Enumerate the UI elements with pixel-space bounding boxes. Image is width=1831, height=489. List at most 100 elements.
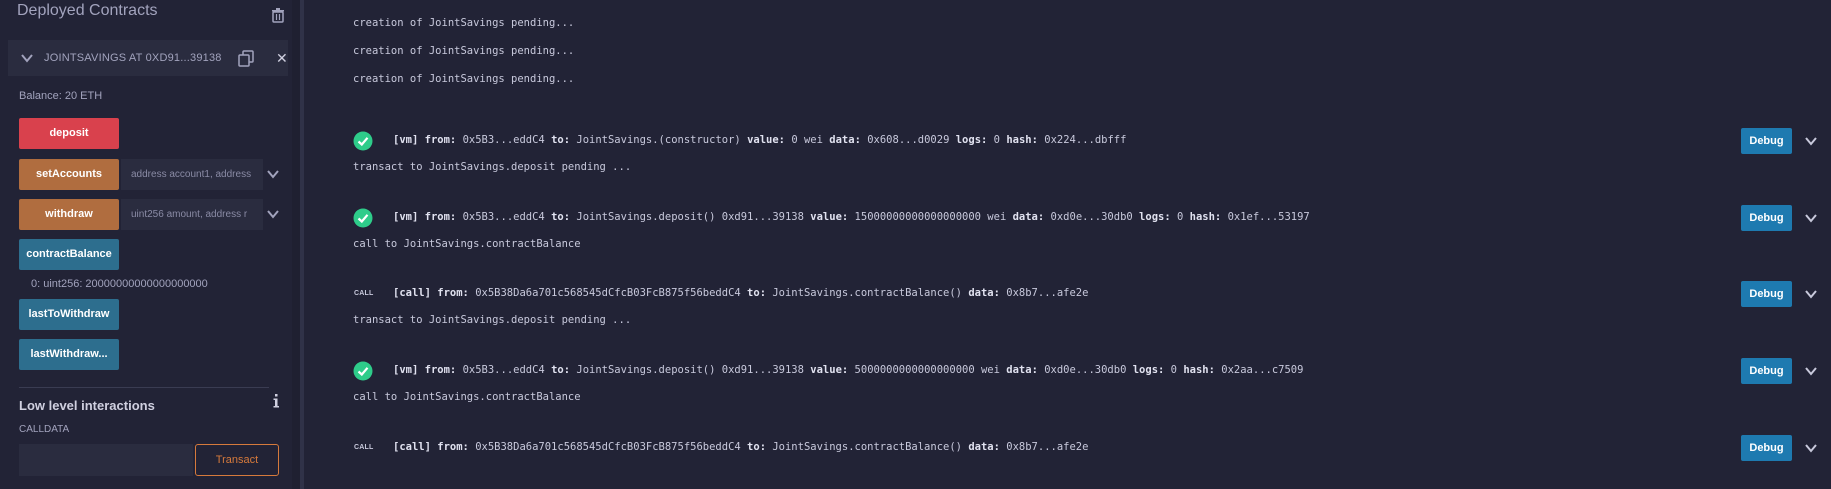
- chevron-down-icon[interactable]: [20, 51, 34, 65]
- check-circle-icon: [353, 361, 373, 381]
- contract-instance-header[interactable]: JOINTSAVINGS AT 0XD91...39138 ✕: [8, 40, 288, 76]
- tx-field-key: logs:: [1139, 211, 1171, 223]
- set-accounts-input[interactable]: address account1, address: [121, 159, 263, 190]
- deposit-button[interactable]: deposit: [19, 118, 119, 149]
- tx-field-key: data:: [968, 287, 1000, 299]
- tx-field-value: JointSavings.deposit() 0xd91...39138: [576, 211, 804, 223]
- trash-icon[interactable]: [270, 7, 286, 23]
- log-pending-line: creation of JointSavings pending...: [353, 17, 575, 29]
- contract-balance-button[interactable]: contractBalance: [19, 239, 119, 270]
- tx-field-value: JointSavings.contractBalance(): [772, 287, 962, 299]
- check-circle-icon: [353, 131, 373, 151]
- tx-field-value: JointSavings.(constructor): [576, 134, 741, 146]
- tx-field-key: to:: [551, 211, 571, 223]
- tx-field-value: 15000000000000000000 wei: [854, 211, 1007, 223]
- tx-field-key: value:: [810, 364, 849, 376]
- debug-button[interactable]: Debug: [1741, 205, 1792, 231]
- chevron-down-icon[interactable]: [1804, 364, 1818, 378]
- tx-field-key: from:: [424, 364, 457, 376]
- tx-field-key: logs:: [955, 134, 988, 146]
- terminal-log: creation of JointSavings pending... creat…: [304, 0, 1831, 489]
- tx-field-value: 0x5B3...eddC4: [462, 364, 545, 376]
- tx-field-key: from:: [424, 211, 457, 223]
- tx-field-key: data:: [829, 134, 861, 146]
- tx-field-key: data:: [1012, 211, 1045, 223]
- tx-field-value: 0x5B38Da6a701c568545dCfcB03FcB875f56bedd…: [475, 441, 741, 453]
- tx-field-key: hash:: [1006, 134, 1038, 146]
- debug-button[interactable]: Debug: [1741, 358, 1792, 384]
- log-status-line: call to JointSavings.contractBalance: [353, 238, 581, 250]
- last-withdraw-amount-button[interactable]: lastWithdraw...: [19, 339, 119, 370]
- tx-field-key: value:: [810, 211, 849, 223]
- contract-balance-result: 0: uint256: 20000000000000000000: [31, 278, 208, 290]
- calldata-input[interactable]: [19, 444, 193, 476]
- tx-field-key: hash:: [1189, 211, 1222, 223]
- contract-balance: Balance: 20 ETH: [19, 90, 103, 102]
- tx-field-key: value:: [747, 134, 786, 146]
- call-badge: CALL: [354, 290, 374, 297]
- check-circle-icon: [353, 208, 373, 228]
- panel-resize-handle[interactable]: [292, 0, 300, 489]
- tx-field-value: 0x8b7...afe2e: [1006, 441, 1089, 453]
- tx-field-key: from:: [424, 134, 457, 146]
- tx-summary: [vm] from: 0x5B3...eddC4 to: JointSaving…: [393, 364, 1303, 376]
- tx-field-value: 5000000000000000000 wei: [854, 364, 1000, 376]
- debug-button[interactable]: Debug: [1741, 435, 1792, 461]
- tx-field-value: JointSavings.contractBalance(): [772, 441, 962, 453]
- log-status-line: transact to JointSavings.deposit pending…: [353, 161, 632, 173]
- tx-field-key: hash:: [1183, 364, 1215, 376]
- chevron-down-icon[interactable]: [266, 167, 280, 181]
- tx-field-key: to:: [551, 364, 571, 376]
- copy-icon[interactable]: [237, 49, 255, 67]
- call-badge: CALL: [354, 444, 374, 451]
- tx-tag: [vm]: [393, 134, 419, 146]
- tx-field-value: 0x1ef...53197: [1227, 211, 1310, 223]
- withdraw-input[interactable]: uint256 amount, address r: [121, 199, 263, 230]
- tx-field-key: data:: [1006, 364, 1038, 376]
- log-status-line: call to JointSavings.contractBalance: [353, 391, 581, 403]
- withdraw-button[interactable]: withdraw: [19, 199, 119, 230]
- transact-button[interactable]: Transact: [195, 444, 279, 476]
- tx-tag: [vm]: [393, 364, 419, 376]
- tx-field-key: logs:: [1132, 364, 1165, 376]
- tx-tag: [vm]: [393, 211, 419, 223]
- chevron-down-icon[interactable]: [1804, 134, 1818, 148]
- tx-tag: [call]: [393, 287, 431, 299]
- set-accounts-button[interactable]: setAccounts: [19, 159, 119, 190]
- tx-field-value: 0xd0e...30db0: [1044, 364, 1127, 376]
- chevron-down-icon[interactable]: [1804, 211, 1818, 225]
- low-level-interactions-title: Low level interactions: [19, 398, 155, 413]
- tx-field-value: 0x5B3...eddC4: [462, 211, 545, 223]
- tx-field-value: 0x5B38Da6a701c568545dCfcB03FcB875f56bedd…: [475, 287, 741, 299]
- chevron-down-icon[interactable]: [266, 207, 280, 221]
- info-icon[interactable]: [270, 393, 282, 409]
- debug-button[interactable]: Debug: [1741, 128, 1792, 154]
- tx-field-value: 0x224...dbfff: [1044, 134, 1127, 146]
- debug-button[interactable]: Debug: [1741, 281, 1792, 307]
- tx-field-value: 0x5B3...eddC4: [462, 134, 545, 146]
- tx-field-value: 0xd0e...30db0: [1050, 211, 1133, 223]
- contract-instance-name: JOINTSAVINGS AT 0XD91...39138: [44, 52, 222, 64]
- tx-field-value: 0x8b7...afe2e: [1006, 287, 1089, 299]
- tx-summary: [call] from: 0x5B38Da6a701c568545dCfcB03…: [393, 287, 1088, 299]
- log-pending-line: creation of JointSavings pending...: [353, 73, 575, 85]
- chevron-down-icon[interactable]: [1804, 287, 1818, 301]
- chevron-down-icon[interactable]: [1804, 441, 1818, 455]
- close-icon[interactable]: ✕: [276, 51, 288, 65]
- tx-field-value: 0: [1176, 211, 1184, 223]
- tx-field-value: 0x608...d0029: [867, 134, 950, 146]
- tx-field-value: 0: [1170, 364, 1177, 376]
- log-pending-line: creation of JointSavings pending...: [353, 45, 575, 57]
- panel-title: Deployed Contracts: [17, 2, 158, 19]
- divider: [19, 387, 269, 388]
- tx-field-key: data:: [968, 441, 1000, 453]
- tx-field-key: to:: [747, 441, 767, 453]
- last-to-withdraw-button[interactable]: lastToWithdraw: [19, 299, 119, 330]
- tx-field-value: 0x2aa...c7509: [1221, 364, 1304, 376]
- tx-field-key: from:: [437, 441, 469, 453]
- tx-field-key: to:: [551, 134, 571, 146]
- tx-tag: [call]: [393, 441, 431, 453]
- tx-summary: [vm] from: 0x5B3...eddC4 to: JointSaving…: [393, 211, 1310, 223]
- tx-summary: [call] from: 0x5B38Da6a701c568545dCfcB03…: [393, 441, 1088, 453]
- tx-field-value: JointSavings.deposit() 0xd91...39138: [576, 364, 804, 376]
